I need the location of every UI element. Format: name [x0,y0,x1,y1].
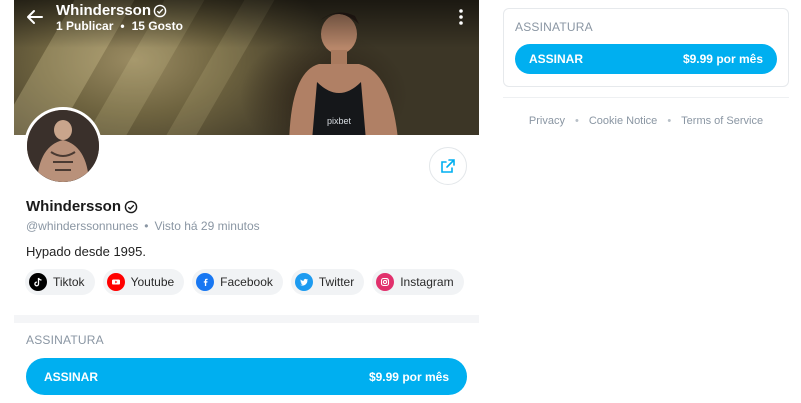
profile-bio: Hypado desde 1995. [26,244,146,259]
subscription-title: ASSINATURA [26,333,104,347]
subscribe-label: ASSINAR [44,369,99,384]
cover-name-text: Whindersson [56,2,152,19]
profile-card: Whindersson @whinderssonnunes • Visto há… [14,107,479,315]
profile-column: pixbet Whindersson 1 Publicar • 15 Gosto [14,0,479,403]
social-link-twitter[interactable]: Twitter [290,269,365,295]
subscribe-price: $9.99 por mês [368,369,449,384]
svg-text:pixbet: pixbet [327,116,352,126]
footer-link-privacy[interactable]: Privacy [529,115,565,127]
footer-link-terms[interactable]: Terms of Service [681,115,763,127]
facebook-icon [196,273,215,291]
meta-separator: • [144,219,149,233]
subscribe-price: $9.99 por mês [682,52,763,66]
footer-separator: • [574,115,579,127]
profile-name-text: Whindersson [26,198,122,215]
verified-icon [153,4,167,17]
avatar-image [27,110,99,182]
social-label: Instagram [400,275,454,289]
social-link-facebook[interactable]: Facebook [192,269,283,295]
sidebar-divider [503,97,789,98]
likes-count: 15 Gosto [131,19,183,33]
section-divider [14,315,479,323]
social-label: Youtube [130,275,175,289]
profile-handle[interactable]: @whinderssonnunes [26,219,138,233]
twitter-icon [294,273,313,291]
share-button[interactable] [429,147,467,185]
sidebar-subscription-card: ASSINATURA ASSINAR $9.99 por mês [503,8,789,87]
instagram-icon [376,273,395,291]
tiktok-icon [29,273,47,291]
social-label: Facebook [220,275,273,289]
footer-link-cookie-notice[interactable]: Cookie Notice [589,115,657,127]
social-label: Twitter [318,275,355,289]
youtube-icon [106,273,125,291]
profile-meta: @whinderssonnunes • Visto há 29 minutos [26,219,260,233]
social-link-tiktok[interactable]: Tiktok [25,269,95,295]
sidebar-subscription-title: ASSINATURA [515,20,593,34]
more-options-icon[interactable] [454,8,468,26]
social-links: Tiktok Youtube Facebook Twitter Instagra… [25,269,464,295]
last-seen: Visto há 29 minutos [154,219,260,233]
cover-stats: 1 Publicar • 15 Gosto [56,19,183,33]
social-link-youtube[interactable]: Youtube [102,269,185,295]
cover-header: Whindersson 1 Publicar • 15 Gosto [14,0,479,40]
posts-count: 1 Publicar [56,19,114,33]
share-icon [441,159,455,173]
avatar[interactable] [24,107,102,185]
sidebar-column: ASSINATURA ASSINAR $9.99 por mês Privacy… [503,0,789,403]
subscription-card: ASSINATURA ASSINAR $9.99 por mês [14,323,479,403]
subscribe-button[interactable]: ASSINAR $9.99 por mês [26,358,467,395]
subscribe-label: ASSINAR [529,52,584,66]
social-link-instagram[interactable]: Instagram [372,269,464,295]
back-arrow-icon[interactable] [26,8,44,26]
cover-profile-name: Whindersson [56,2,167,19]
verified-icon [124,200,138,213]
footer-separator: • [667,115,672,127]
stats-separator: • [120,19,125,33]
footer-links: Privacy • Cookie Notice • Terms of Servi… [503,115,789,127]
sidebar-subscribe-button[interactable]: ASSINAR $9.99 por mês [515,44,777,74]
profile-name: Whindersson [26,198,138,215]
social-label: Tiktok [53,275,85,289]
